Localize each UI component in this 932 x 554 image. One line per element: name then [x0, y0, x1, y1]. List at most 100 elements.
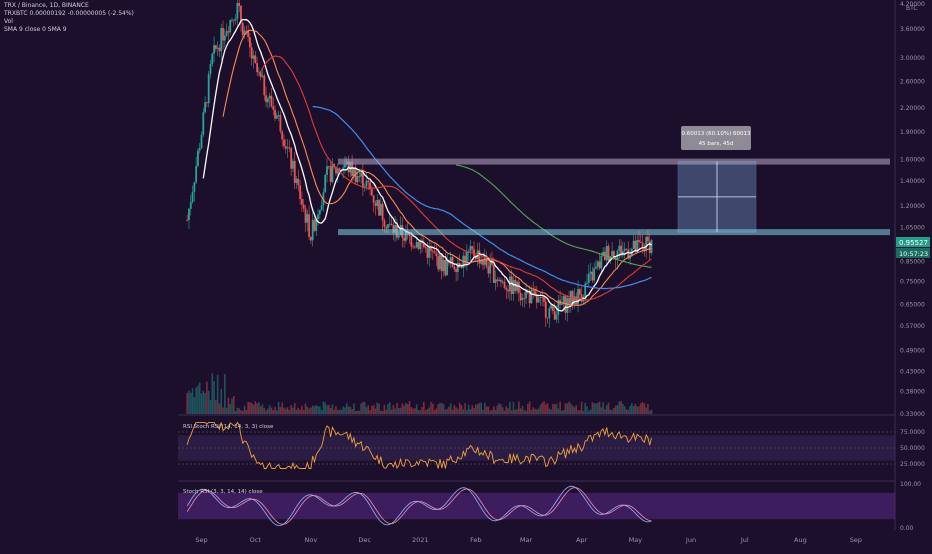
volume-bar [195, 387, 197, 414]
candle-body [263, 75, 266, 96]
candle-body [521, 298, 524, 301]
volume-bar [507, 408, 509, 414]
candle-body [292, 160, 294, 169]
candle-body [360, 172, 362, 177]
price-tick-label: 0.65000 [900, 302, 925, 309]
volume-bar [415, 404, 418, 414]
volume-bar [478, 403, 481, 414]
candle-body [302, 204, 305, 209]
volume-bar [313, 406, 316, 414]
candle-body [638, 240, 640, 243]
volume-bar [586, 406, 588, 414]
volume-bar [259, 406, 262, 414]
volume-bar [250, 403, 253, 414]
candle-body [270, 95, 273, 107]
candle-body [415, 241, 418, 248]
volume-bar [467, 404, 470, 414]
candle-body [440, 254, 443, 272]
price-tick-label: 0.33000 [900, 411, 925, 418]
candle-body [370, 189, 373, 196]
candle-body [317, 214, 319, 220]
volume-bar [593, 403, 595, 414]
candle-body [523, 298, 526, 299]
candle-body [492, 264, 495, 283]
support-band [338, 229, 890, 236]
volume-bar [525, 410, 527, 414]
candle-body [413, 246, 416, 248]
volume-bar [317, 406, 319, 414]
volume-bar [534, 408, 536, 414]
time-tick-label: Sep [850, 536, 862, 544]
volume-bar [464, 402, 466, 414]
candle-body [464, 255, 466, 264]
volume-bar [381, 410, 384, 414]
candle-body [344, 164, 346, 168]
volume-bar [207, 390, 210, 414]
measure-tooltip-line1: 0.60013 (60.10%) 60013 [682, 131, 752, 137]
volume-bar [557, 408, 560, 414]
price-tick-label: 1.05000 [900, 224, 925, 231]
volume-bar [227, 397, 230, 414]
candle-body [600, 255, 603, 269]
candle-body [442, 259, 445, 272]
volume-bar [458, 402, 461, 414]
volume-bar [215, 399, 217, 414]
candle-body [383, 220, 386, 227]
volume-bar [188, 390, 190, 414]
candle-body [193, 182, 196, 193]
price-tick-label: 2.20000 [900, 105, 925, 112]
volume-bar [211, 373, 214, 414]
volume-bar [336, 410, 339, 414]
price-chart[interactable]: 75.000050.000025.0000 100.000.00 BTC 4.2… [0, 0, 932, 550]
volume-bar [292, 407, 294, 414]
volume-bar [537, 408, 540, 414]
measure-tool[interactable] [677, 161, 757, 233]
candle-body [256, 63, 258, 73]
volume-bar [573, 407, 576, 414]
volume-bar [602, 402, 604, 414]
volume-bar [559, 401, 561, 414]
volume-bar [371, 405, 373, 414]
volume-bar [268, 405, 271, 414]
volume-bar [412, 408, 414, 414]
volume-bar [491, 409, 493, 414]
candle-body [439, 254, 441, 270]
volume-bar [243, 405, 246, 414]
candle-body [483, 257, 486, 265]
countdown-value: 10:57:23 [899, 250, 928, 258]
volume-bar [222, 407, 224, 414]
candle-body [453, 266, 456, 270]
candle-body [254, 55, 257, 64]
volume-bar [561, 410, 563, 414]
volume-bar [414, 408, 416, 414]
volume-bar [582, 410, 585, 414]
volume-bar [295, 409, 298, 414]
price-tick-label: 0.57000 [900, 323, 925, 330]
candle-body [288, 147, 291, 149]
volume-bar [564, 403, 567, 414]
volume-bar [625, 409, 628, 414]
candle-body [444, 259, 447, 276]
volume-bar [378, 403, 380, 414]
candle-body [577, 289, 579, 305]
volume-bar [329, 408, 332, 414]
volume-bar [225, 407, 228, 414]
volume-bar [331, 404, 334, 414]
candle-body [517, 281, 520, 293]
candle-body [295, 178, 298, 183]
volume-bar [401, 403, 404, 414]
candle-body [236, 3, 239, 19]
volume-bar [306, 406, 309, 414]
candle-body [304, 208, 307, 223]
volume-bar [236, 407, 239, 414]
volume-bar [428, 407, 431, 414]
volume-bar [643, 403, 646, 414]
measure-tooltip-line2: 45 bars, 45d [699, 141, 734, 147]
candle-body [245, 30, 248, 32]
volume-bar [410, 407, 413, 414]
volume-bar [571, 405, 574, 414]
volume-bar [568, 401, 570, 414]
volume-bar [609, 409, 612, 414]
volume-bar [405, 402, 407, 414]
volume-bar [419, 410, 422, 414]
